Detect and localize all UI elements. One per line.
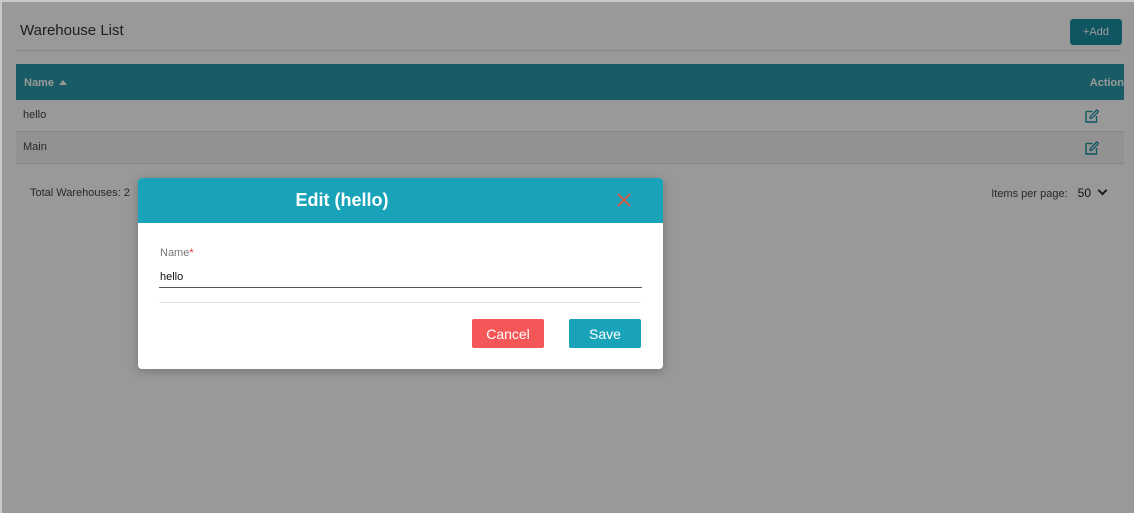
name-label-text: Name [160,247,190,259]
dialog-title: Edit (hello) [295,190,389,210]
edit-dialog: Edit (hello) Name* Cancel Save [138,178,663,369]
save-button[interactable]: Save [569,319,641,348]
name-field[interactable] [159,267,642,288]
name-field-label: Name* [160,247,194,259]
warehouse-page: Warehouse List +Add Name Action hello Ma… [0,0,1134,513]
dialog-header: Edit (hello) [138,178,663,223]
close-icon[interactable] [617,193,631,207]
required-marker: * [189,247,194,259]
dialog-divider [159,302,641,303]
cancel-button[interactable]: Cancel [472,319,544,348]
